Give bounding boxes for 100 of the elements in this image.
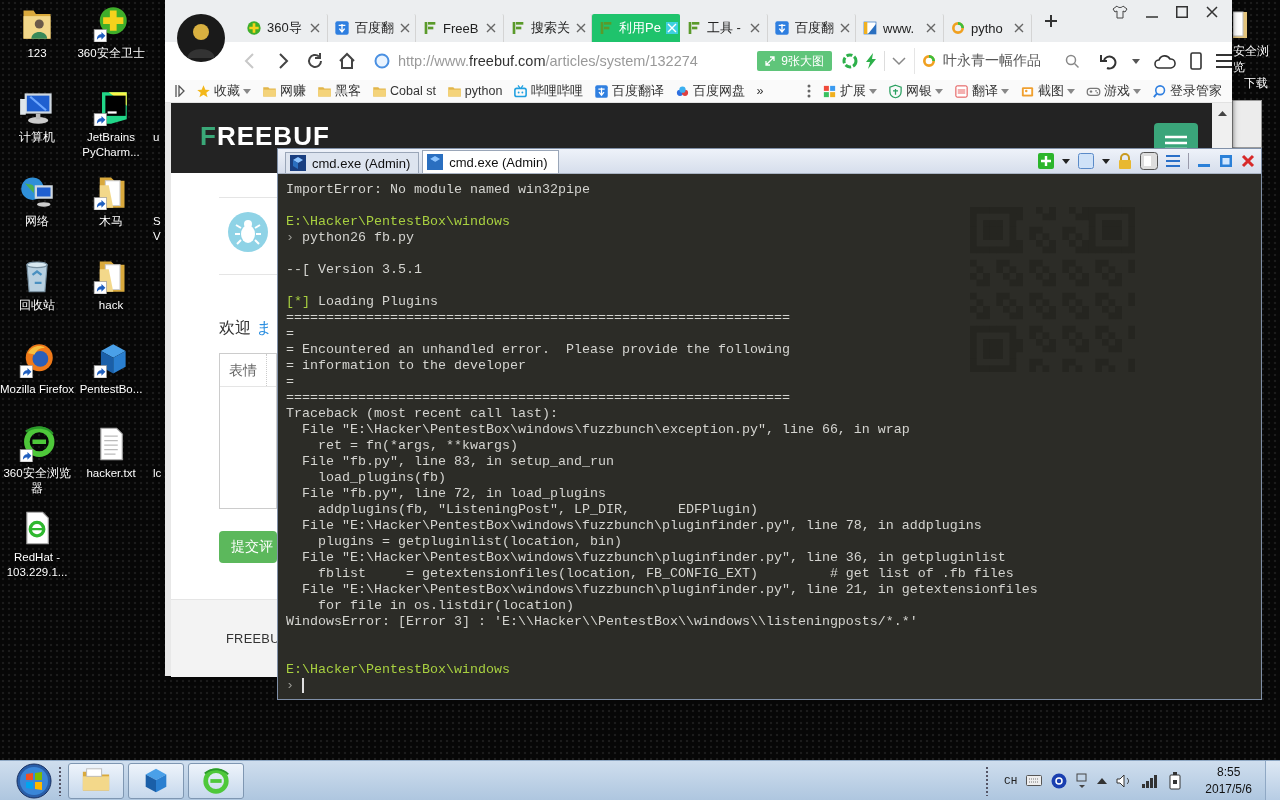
overflow-icon[interactable]: » bbox=[756, 84, 764, 98]
menu-icon[interactable] bbox=[1216, 54, 1232, 68]
shield-icon[interactable] bbox=[93, 6, 129, 42]
close-icon[interactable] bbox=[1013, 22, 1025, 34]
icon-label[interactable]: u bbox=[153, 130, 161, 145]
chevron-down-icon[interactable] bbox=[892, 56, 906, 66]
recycle-icon[interactable] bbox=[842, 53, 858, 69]
site-logo[interactable]: FREEBUF bbox=[200, 123, 330, 149]
cube-icon[interactable] bbox=[93, 342, 129, 378]
console-text: = information to the developer bbox=[286, 358, 526, 374]
icon-label[interactable]: 安全浏览 bbox=[1233, 43, 1279, 75]
scrollbar[interactable] bbox=[1212, 103, 1232, 149]
close-icon[interactable] bbox=[839, 22, 851, 34]
bars-icon bbox=[510, 20, 526, 36]
icon-label[interactable]: lc bbox=[153, 466, 161, 481]
close-icon[interactable] bbox=[309, 22, 321, 34]
console-tab[interactable]: cmd.exe (Admin) bbox=[422, 150, 559, 173]
console-text: fblist = getextensionfiles(location, FB_CONFIG_EXT) # get list of .fb files bbox=[317, 566, 1014, 582]
cloud-icon[interactable] bbox=[1154, 53, 1176, 69]
lightning-icon[interactable] bbox=[865, 53, 877, 69]
battery-icon[interactable] bbox=[1168, 771, 1183, 790]
bookmark-item[interactable]: 黑客 bbox=[317, 82, 361, 100]
bookmark-item[interactable]: 网赚 bbox=[262, 82, 306, 100]
caret-icon bbox=[869, 88, 877, 94]
app-icon[interactable] bbox=[93, 90, 129, 126]
icon-label[interactable]: RedHat - 103.229.1... bbox=[0, 550, 76, 580]
start-icon[interactable] bbox=[16, 762, 52, 799]
shield-icon bbox=[888, 83, 903, 99]
bookmark-item[interactable]: Cobal st bbox=[372, 83, 436, 99]
sidebar-icon[interactable] bbox=[175, 85, 185, 97]
globe-icon[interactable] bbox=[19, 342, 55, 378]
bookmark-item[interactable]: 网银 bbox=[888, 82, 943, 100]
bookmark-item[interactable]: 哔哩哔哩 bbox=[513, 82, 584, 100]
bookmark-item[interactable]: 扩展 bbox=[822, 82, 877, 100]
caret-icon[interactable] bbox=[1102, 158, 1110, 164]
expand-icon bbox=[765, 56, 776, 66]
console-text: ImportError: No module named win32pipe bbox=[286, 182, 590, 198]
shield-icon bbox=[246, 20, 262, 36]
layout-icon[interactable] bbox=[1140, 152, 1158, 170]
maximize-icon[interactable] bbox=[1176, 6, 1188, 18]
show-hidden-icon[interactable] bbox=[1097, 777, 1108, 784]
list-icon[interactable] bbox=[1166, 154, 1180, 168]
editor-tab[interactable]: 表情 bbox=[220, 354, 267, 386]
keyboard-icon[interactable] bbox=[1026, 775, 1043, 786]
help-icon[interactable] bbox=[1051, 772, 1068, 789]
user-link[interactable]: ま bbox=[256, 319, 272, 337]
icon-label[interactable]: 下载 bbox=[1244, 75, 1268, 91]
console-text: =============================================================== bbox=[286, 310, 790, 326]
console-command: python26 fb.py bbox=[302, 230, 414, 246]
bookmark-item[interactable]: 截图 bbox=[1020, 82, 1075, 100]
skin-icon[interactable] bbox=[1112, 5, 1128, 19]
icon-label[interactable]: Mozilla Firefox bbox=[0, 382, 76, 397]
network-icon[interactable] bbox=[19, 174, 55, 210]
taskbar-button[interactable] bbox=[68, 762, 124, 799]
computer-icon[interactable] bbox=[19, 90, 55, 126]
icon-label[interactable]: S V bbox=[153, 214, 161, 244]
text-cursor bbox=[302, 678, 304, 693]
clock[interactable]: 8:55 2017/5/6 bbox=[1205, 763, 1252, 798]
bookmark-item[interactable]: 登录管家 bbox=[1152, 82, 1222, 100]
folder-icon[interactable] bbox=[1233, 10, 1247, 38]
console-text: File "fb.py", line 83, in setup_and_run bbox=[301, 454, 614, 470]
taskbar-button[interactable] bbox=[188, 762, 244, 799]
console-text: = bbox=[286, 374, 294, 390]
console-text: WindowsError: [Error 3] : 'E:\\Hacker\\PentestBox\\windows\\listeningposts/*.*' bbox=[286, 614, 918, 630]
search-icon[interactable] bbox=[1065, 53, 1080, 69]
undo-icon[interactable] bbox=[1100, 52, 1118, 70]
plus-icon[interactable] bbox=[1044, 14, 1058, 28]
window-icon[interactable] bbox=[1076, 772, 1089, 789]
console-text: File "E:\Hacker\PentestBox\windows\fuzzbunch\pluginfinder.py", line 78, in addplugins bbox=[301, 518, 982, 534]
caret-icon bbox=[243, 88, 251, 94]
scroll-up-icon[interactable] bbox=[1217, 111, 1227, 116]
ring-icon bbox=[921, 53, 937, 69]
console-text: File "E:\Hacker\PentestBox\windows\fuzzbunch\pluginfinder.py", line 21, in getextensionfiles bbox=[301, 582, 1038, 598]
close-icon[interactable] bbox=[749, 22, 761, 34]
document-icon bbox=[954, 83, 969, 99]
bookmark-item[interactable]: 收藏 bbox=[196, 82, 251, 100]
bookmark-item[interactable]: 百度网盘 bbox=[675, 82, 746, 100]
tab-number-icon[interactable] bbox=[1078, 153, 1094, 169]
taskbar-button[interactable] bbox=[128, 762, 184, 799]
caret-icon[interactable] bbox=[1062, 158, 1070, 164]
bug-avatar-icon bbox=[228, 212, 268, 252]
bookmark-item[interactable]: 百度翻译 bbox=[594, 82, 665, 100]
signal-icon[interactable] bbox=[1141, 773, 1160, 788]
bookmark-item[interactable]: 翻译 bbox=[954, 82, 1009, 100]
bookmark-item[interactable]: 游戏 bbox=[1086, 82, 1141, 100]
close-icon[interactable] bbox=[925, 22, 937, 34]
search-field[interactable]: 叶永青一幅作品 bbox=[914, 48, 1086, 74]
bookmark-item[interactable]: python bbox=[446, 83, 503, 99]
greeting-text: 欢迎 bbox=[219, 319, 251, 337]
console-tab[interactable]: cmd.exe (Admin) bbox=[285, 152, 420, 173]
more-icon[interactable] bbox=[807, 84, 811, 98]
close-icon[interactable] bbox=[485, 22, 497, 34]
phone-icon[interactable] bbox=[1190, 52, 1202, 70]
browser-icon[interactable] bbox=[19, 426, 55, 462]
caret-icon bbox=[1132, 58, 1140, 64]
close-icon[interactable] bbox=[1206, 6, 1218, 18]
close-icon[interactable] bbox=[575, 22, 587, 34]
add-tab-icon[interactable] bbox=[1038, 153, 1054, 169]
close-icon[interactable] bbox=[399, 22, 411, 34]
language-indicator[interactable]: CH bbox=[1004, 774, 1018, 787]
